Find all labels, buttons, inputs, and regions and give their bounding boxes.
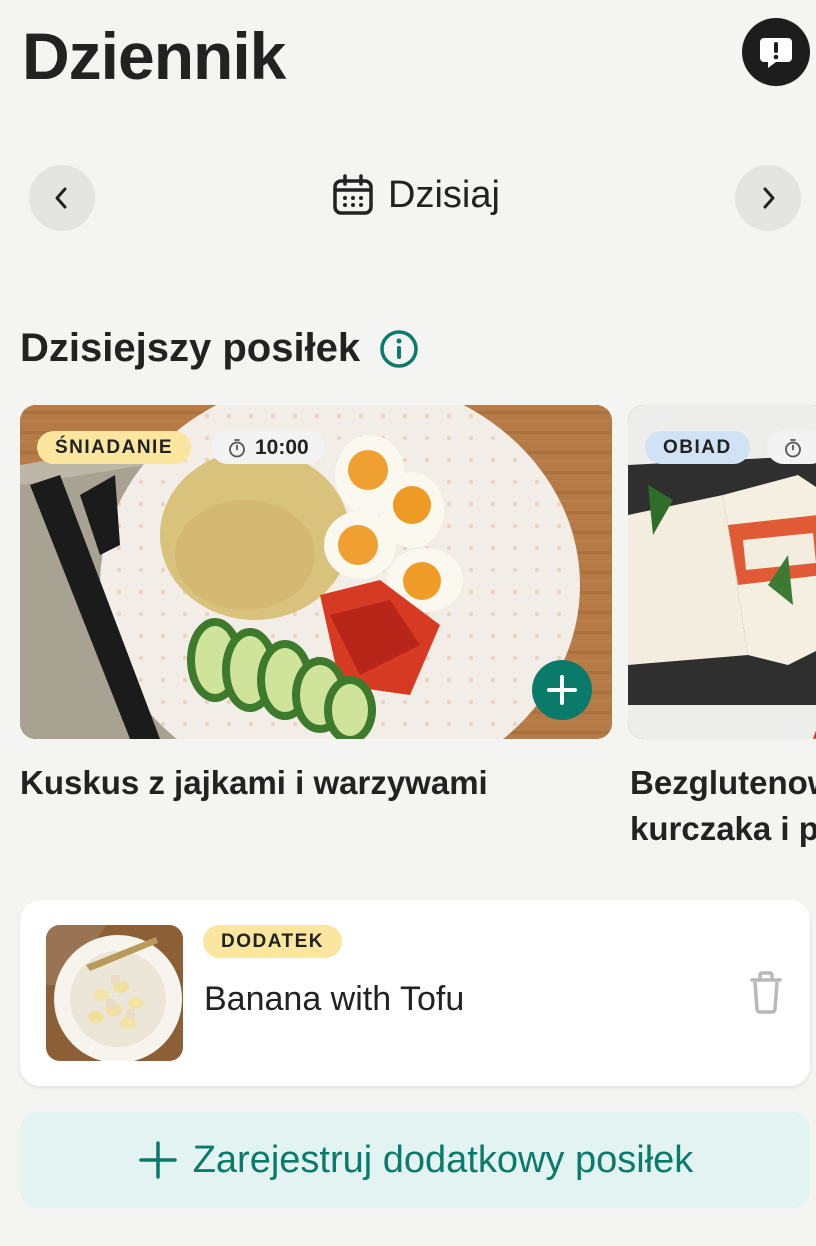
feedback-button[interactable] [742, 18, 810, 86]
meal-card-breakfast[interactable]: ŚNIADANIE 10:00 [20, 405, 612, 739]
plus-icon [547, 675, 577, 705]
info-icon[interactable] [378, 328, 420, 370]
plus-icon [138, 1141, 177, 1179]
meal-card-lunch[interactable]: OBIAD [628, 405, 816, 739]
meal-time-badge: 10:00 [211, 431, 325, 464]
section-title-label: Dzisiejszy posiłek [20, 326, 361, 370]
extra-meal-thumbnail [46, 925, 183, 1061]
next-day-button[interactable] [735, 165, 801, 231]
register-extra-meal-button[interactable]: Zarejestruj dodatkowy posiłek [20, 1112, 810, 1208]
chevron-left-icon [55, 187, 67, 209]
section-title: Dzisiejszy posiłek [20, 326, 420, 371]
meal-type-badge: ŚNIADANIE [37, 431, 192, 464]
page-title: Dziennik [22, 19, 286, 93]
extra-meal-card[interactable]: DODATEK Banana with Tofu [20, 900, 810, 1086]
stopwatch-icon [785, 438, 801, 457]
register-extra-meal-label: Zarejestruj dodatkowy posiłek [192, 1138, 694, 1181]
meal-type-badge: DODATEK [203, 925, 343, 958]
meal-name[interactable]: Bezglutenow kurczaka i p [630, 760, 816, 852]
previous-day-button[interactable] [29, 165, 95, 231]
meal-name-line1: Bezglutenow [630, 764, 816, 801]
meal-name-line2: kurczaka i p [630, 810, 816, 847]
date-selector[interactable]: Dzisiaj [330, 172, 500, 218]
feedback-icon [760, 38, 792, 68]
stopwatch-icon [229, 438, 245, 457]
meal-type-badge: OBIAD [645, 431, 750, 464]
meal-time-badge [767, 431, 816, 464]
date-label: Dzisiaj [388, 173, 500, 216]
banana-tofu-photo [46, 925, 183, 1061]
meal-name[interactable]: Kuskus z jajkami i warzywami [20, 760, 488, 806]
meal-time-label: 10:00 [255, 435, 309, 459]
chevron-right-icon [763, 187, 775, 209]
extra-meal-name: Banana with Tofu [204, 980, 465, 1018]
add-meal-button[interactable] [532, 660, 592, 720]
trash-icon[interactable] [744, 968, 788, 1016]
calendar-icon [333, 174, 373, 215]
